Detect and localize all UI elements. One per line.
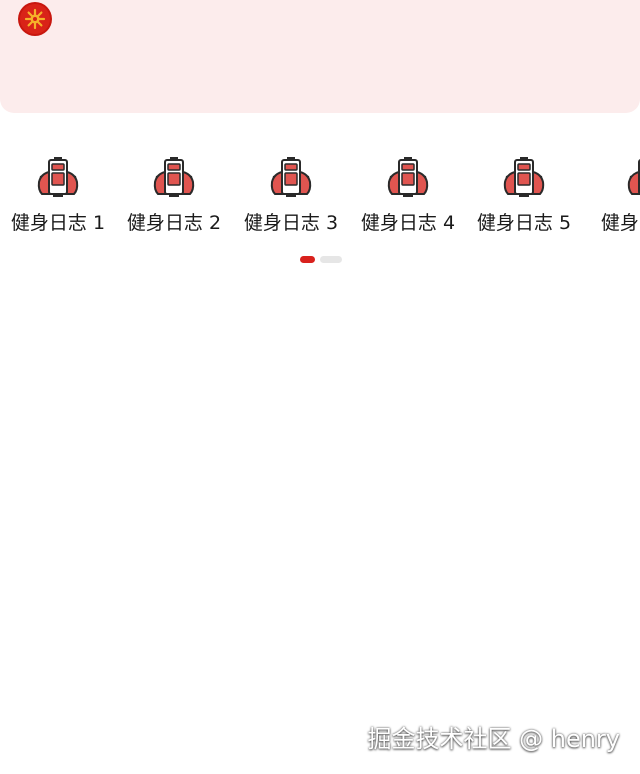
category-label: 健身日志 1 [10, 212, 106, 234]
category-label: 健身日志 2 [126, 212, 222, 234]
fitness-backpack-icon [387, 157, 429, 197]
red-gear-badge-icon [18, 2, 52, 36]
fitness-backpack-icon [627, 159, 640, 195]
top-banner[interactable] [0, 0, 640, 113]
app-page: 健身日志 1 健身日志 2 健身日志 3 健身日志 4 健身日志 5 健身 掘金… [0, 0, 640, 774]
pager-dot-active[interactable] [300, 256, 315, 263]
fitness-backpack-icon [270, 157, 312, 197]
category-item-2[interactable]: 健身日志 2 [116, 150, 232, 240]
category-item-1[interactable]: 健身日志 1 [0, 150, 116, 240]
category-label: 健身日志 5 [476, 212, 572, 234]
category-item-6[interactable]: 健身日志 6 [590, 150, 640, 240]
category-label: 健身日志 6 [600, 212, 640, 234]
category-carousel[interactable]: 健身日志 1 健身日志 2 健身日志 3 健身日志 4 健身日志 5 健身 [0, 150, 640, 240]
category-track: 健身日志 1 健身日志 2 健身日志 3 健身日志 4 健身日志 5 健身 [0, 150, 640, 240]
watermark: 掘金技术社区 @ henry [367, 725, 620, 753]
category-label: 健身日志 4 [360, 212, 456, 234]
fitness-backpack-icon [503, 157, 545, 197]
category-item-4[interactable]: 健身日志 4 [350, 150, 466, 240]
carousel-pager [300, 256, 344, 264]
fitness-backpack-icon [153, 157, 195, 197]
category-label: 健身日志 3 [243, 212, 339, 234]
pager-dot-inactive[interactable] [320, 256, 342, 263]
fitness-backpack-icon [37, 157, 79, 197]
category-item-5[interactable]: 健身日志 5 [466, 150, 582, 240]
category-item-3[interactable]: 健身日志 3 [233, 150, 349, 240]
